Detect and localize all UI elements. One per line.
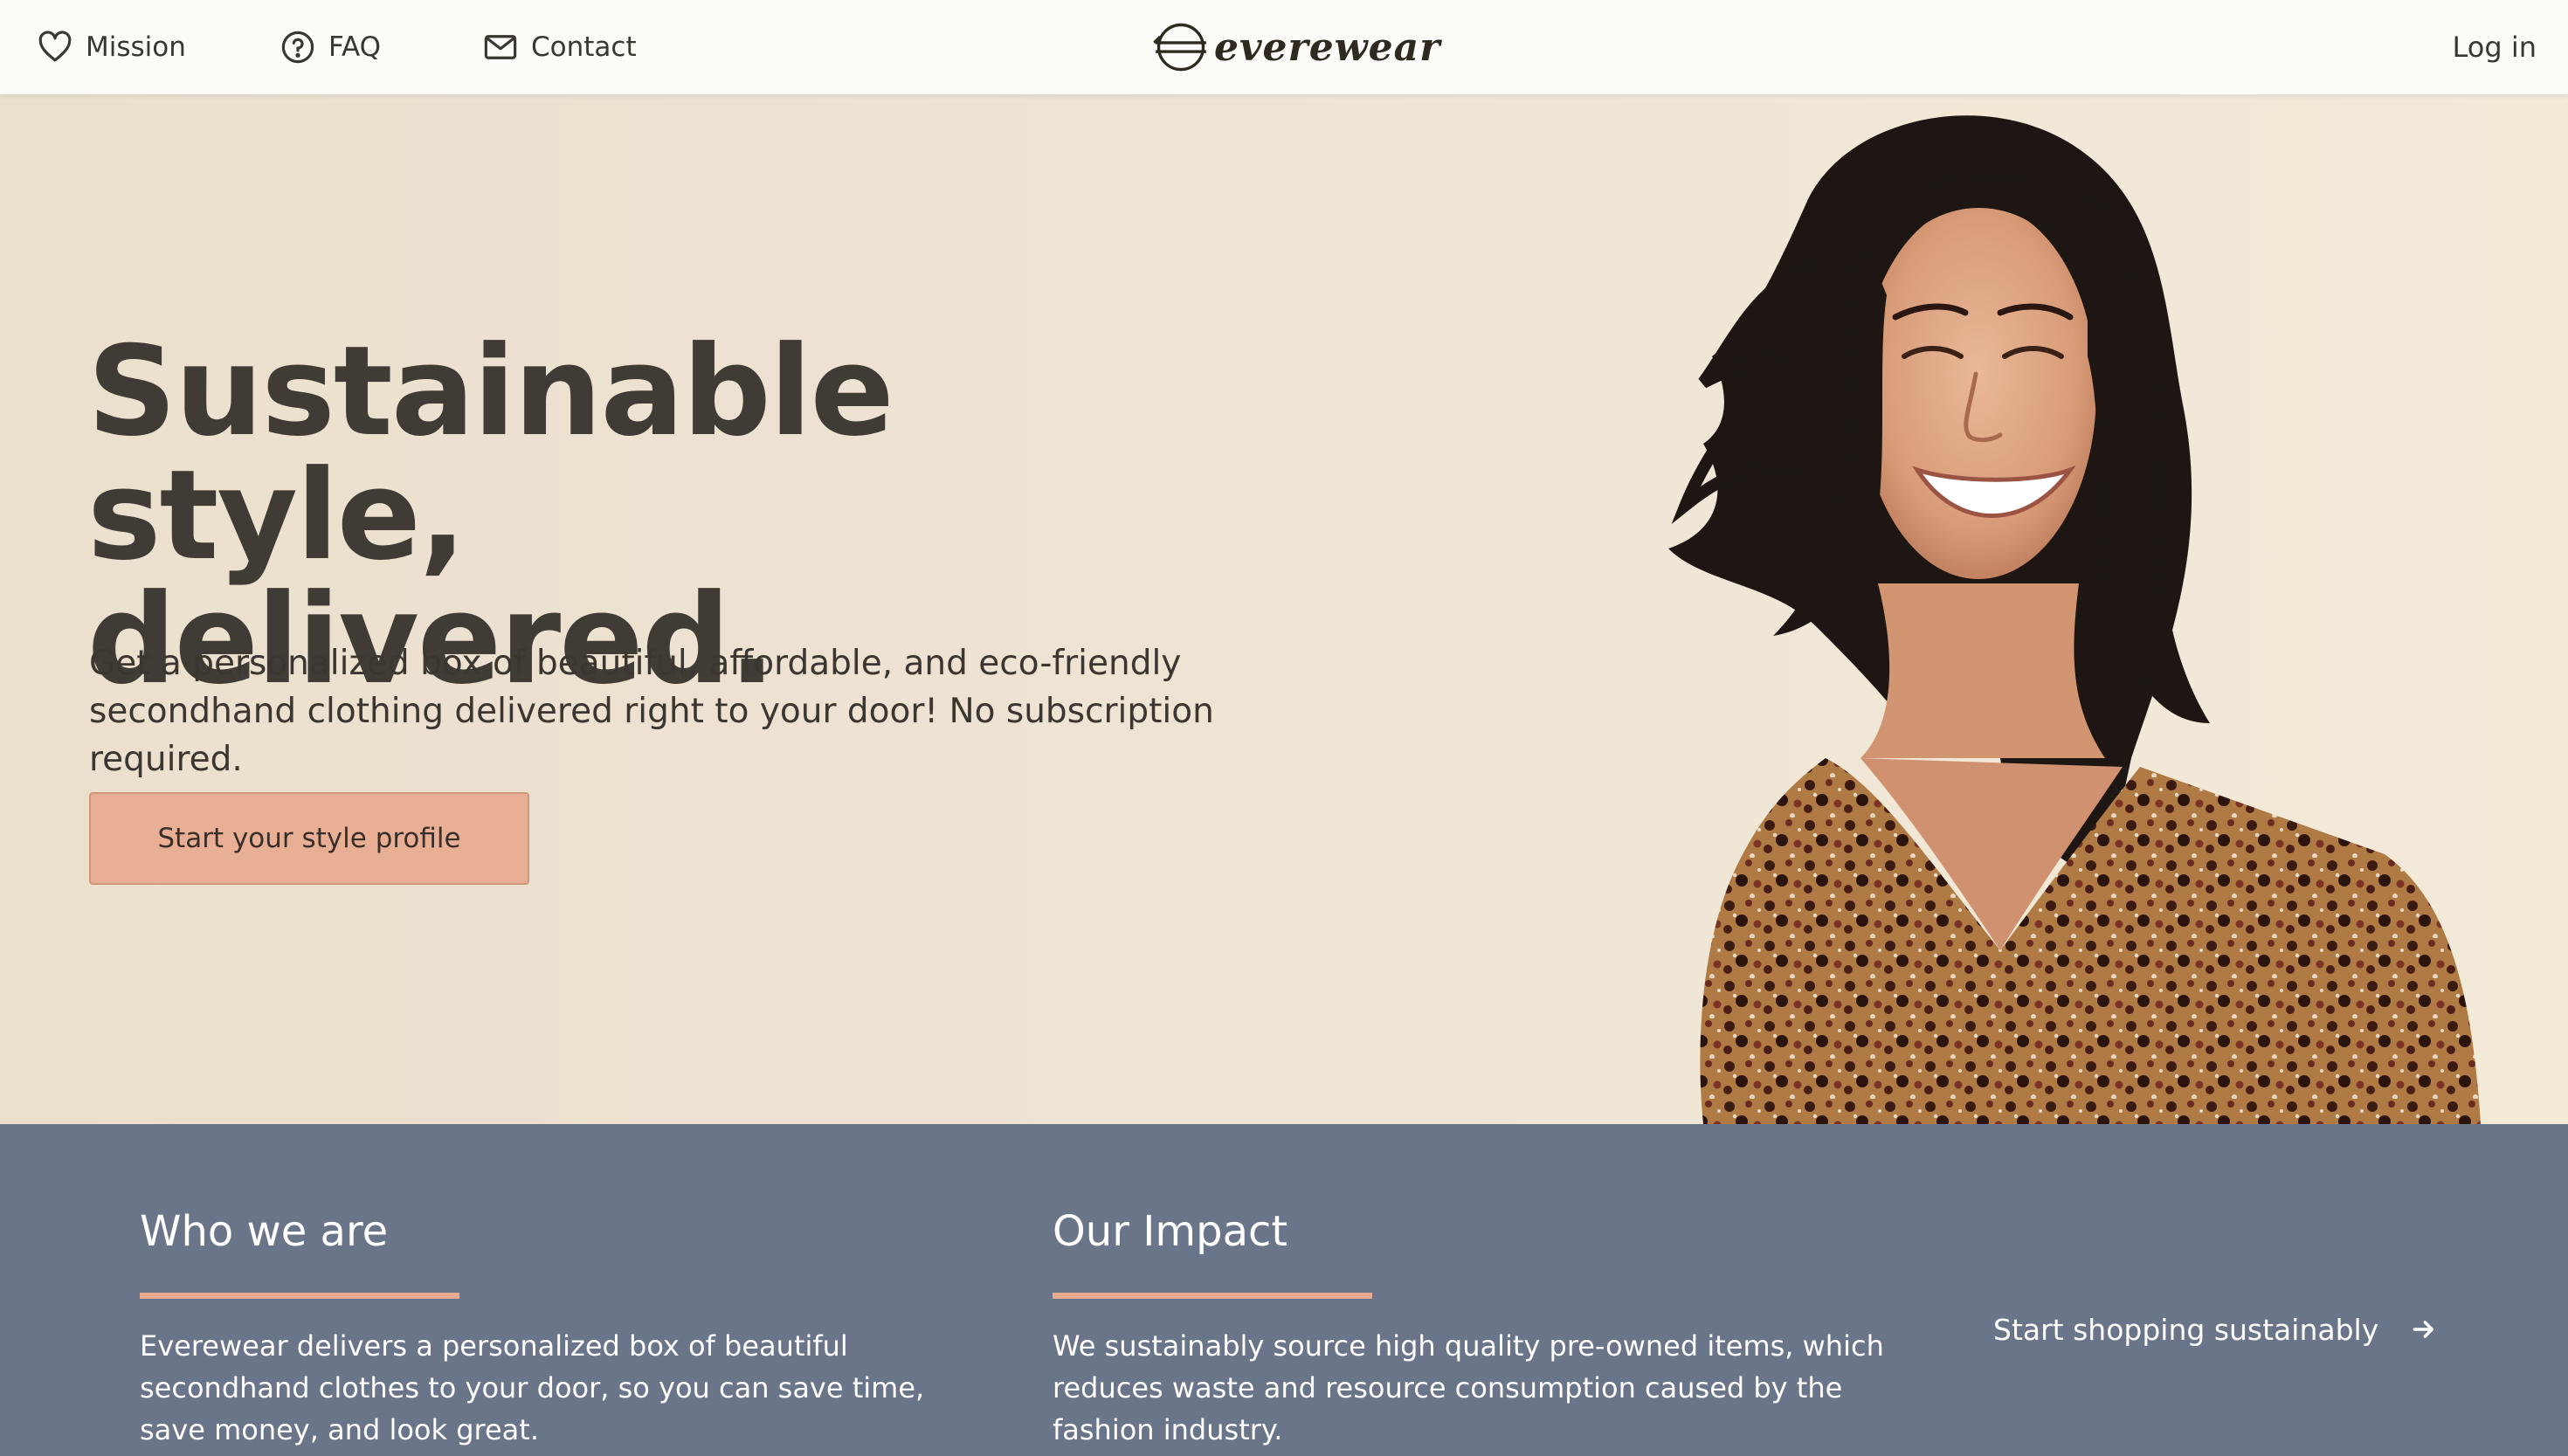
our-impact-underline bbox=[1053, 1293, 1372, 1299]
globe-logo-icon bbox=[1153, 23, 1206, 72]
start-style-profile-button[interactable]: Start your style profile bbox=[89, 792, 529, 885]
nav-faq-link[interactable]: FAQ bbox=[280, 0, 381, 94]
who-we-are-text: Everewear delivers a personalized box of… bbox=[140, 1329, 925, 1446]
who-we-are-heading: Who we are bbox=[140, 1207, 389, 1256]
heart-icon bbox=[38, 31, 72, 62]
nav-mission-link[interactable]: Mission bbox=[37, 0, 186, 94]
our-impact-heading: Our Impact bbox=[1053, 1207, 1288, 1256]
hero-photo bbox=[1441, 94, 2481, 1124]
login-link[interactable]: Log in bbox=[2453, 0, 2537, 94]
nav-contact-label: Contact bbox=[531, 31, 637, 63]
brand-name: everewear bbox=[1214, 24, 1441, 70]
envelope-icon bbox=[484, 35, 517, 59]
brand-logo[interactable]: everewear bbox=[1151, 17, 1440, 77]
nav-faq-label: FAQ bbox=[328, 31, 382, 63]
arrow-right-icon bbox=[2413, 1321, 2434, 1338]
top-navigation: Mission FAQ Contact everewear Log in bbox=[0, 0, 2568, 94]
start-shopping-link[interactable]: Start shopping sustainably bbox=[1993, 1308, 2438, 1351]
nav-contact-link[interactable]: Contact bbox=[482, 0, 637, 94]
hero-section: Sustainable style, delivered. Get a pers… bbox=[0, 94, 2568, 1124]
about-section: Who we are Everewear delivers a personal… bbox=[0, 1124, 2568, 1456]
start-shopping-label: Start shopping sustainably bbox=[1993, 1312, 2379, 1347]
hero-subtitle: Get a personalized box of beautiful, aff… bbox=[89, 644, 1214, 779]
nav-mission-label: Mission bbox=[86, 31, 186, 63]
hero-title-line-1: Sustainable style, bbox=[87, 320, 894, 588]
question-circle-icon bbox=[281, 31, 314, 64]
our-impact-text: We sustainably source high quality pre-o… bbox=[1053, 1329, 1884, 1446]
who-we-are-underline bbox=[140, 1293, 459, 1299]
